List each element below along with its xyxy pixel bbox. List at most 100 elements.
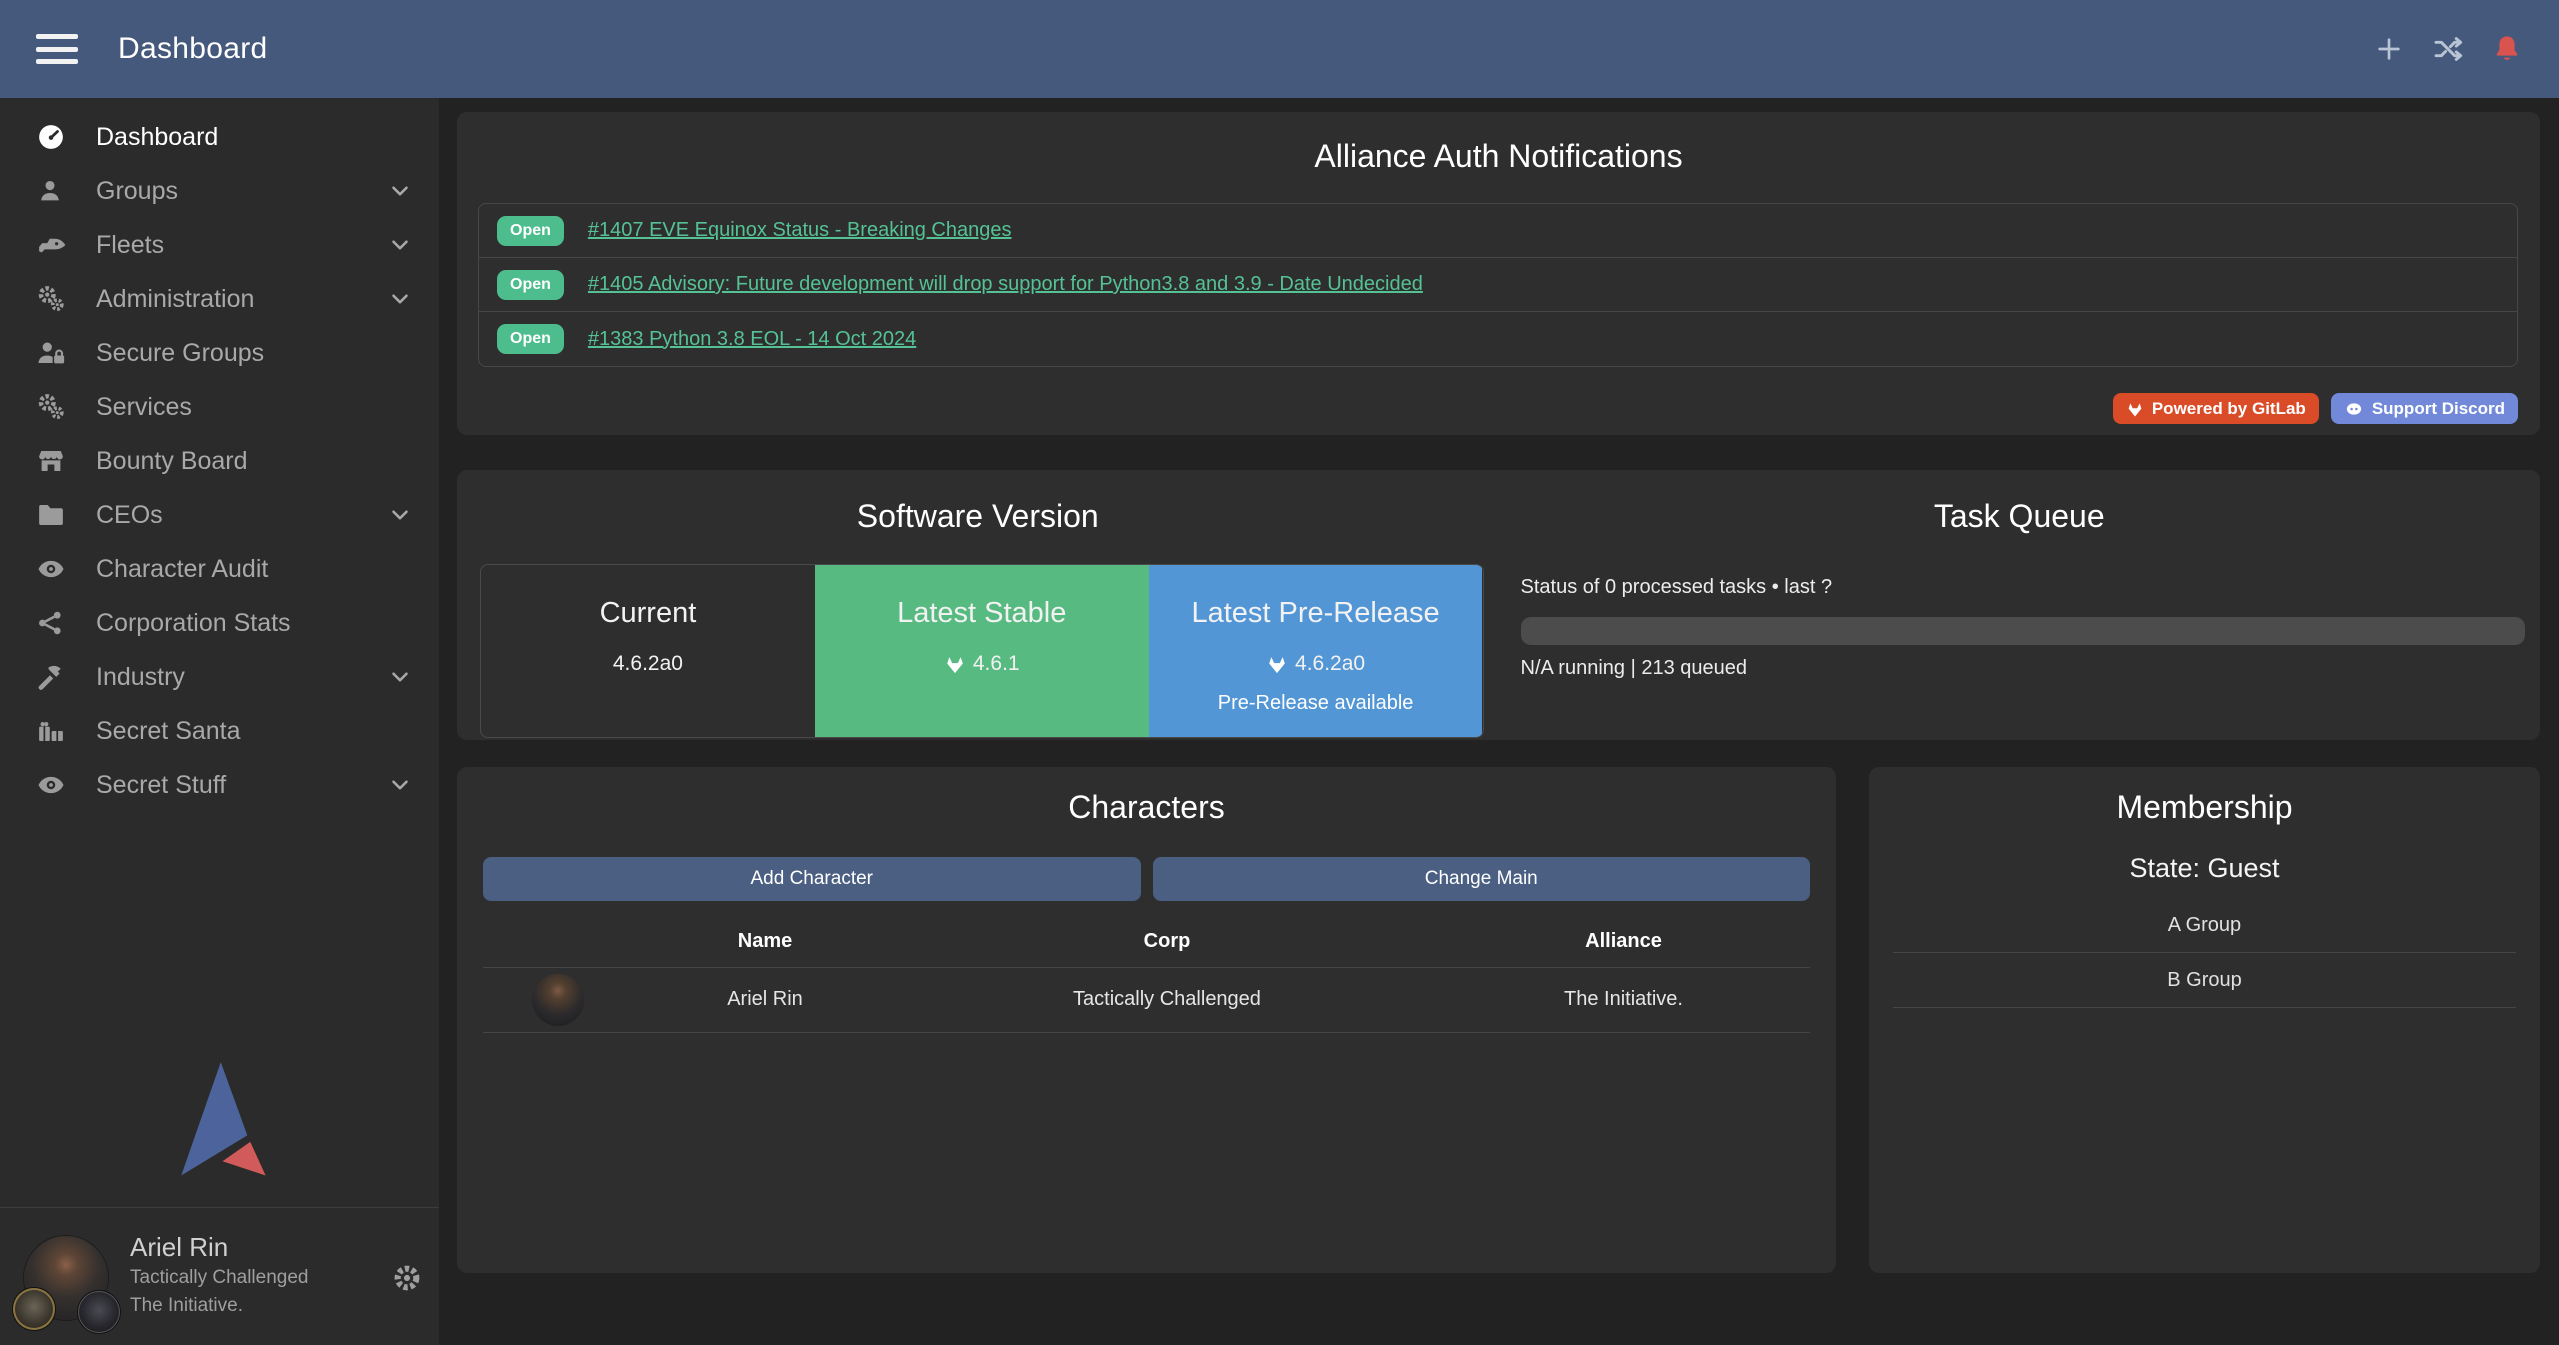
user-alliance: The Initiative.	[130, 1292, 380, 1320]
footer-badges: Powered by GitLab Support Discord	[457, 393, 2518, 424]
task-queue-title: Task Queue	[1499, 496, 2541, 536]
sidebar-item-label: Services	[96, 393, 413, 422]
characters-table-header: Name Corp Alliance	[483, 917, 1810, 967]
powered-by-gitlab-badge[interactable]: Powered by GitLab	[2113, 393, 2319, 424]
portrait-column-header	[483, 917, 633, 967]
user-corp: Tactically Challenged	[130, 1264, 380, 1292]
software-taskqueue-panel: Software Version Current 4.6.2a0 Latest …	[457, 470, 2540, 740]
sidebar-item-services[interactable]: Services	[0, 380, 439, 434]
membership-state: State: Guest	[1893, 853, 2516, 884]
folder-icon	[36, 500, 72, 530]
sidebar-item-groups[interactable]: Groups	[0, 164, 439, 218]
sidebar-item-label: Secret Stuff	[96, 771, 387, 800]
add-icon[interactable]	[2373, 33, 2405, 65]
chevron-down-icon	[387, 502, 413, 528]
task-queue-section: Task Queue Status of 0 processed tasks •…	[1499, 496, 2541, 740]
user-panel: Ariel Rin Tactically Challenged The Init…	[0, 1207, 439, 1345]
status-badge: Open	[497, 324, 564, 354]
membership-groups-list: A Group B Group	[1893, 898, 2516, 1008]
notification-row: Open #1405 Advisory: Future development …	[479, 258, 2517, 312]
status-badge: Open	[497, 216, 564, 246]
gitlab-icon	[944, 653, 966, 675]
sidebar-item-label: Secure Groups	[96, 339, 413, 368]
support-discord-badge[interactable]: Support Discord	[2331, 393, 2518, 424]
sidebar-item-label: CEOs	[96, 501, 387, 530]
sidebar-item-ceos[interactable]: CEOs	[0, 488, 439, 542]
main-content: Alliance Auth Notifications Open #1407 E…	[439, 98, 2559, 1345]
add-character-button[interactable]: Add Character	[483, 857, 1141, 901]
sidebar: Dashboard Groups Fleets Ad	[0, 98, 439, 1345]
user-name: Ariel Rin	[130, 1230, 380, 1264]
sidebar-item-label: Groups	[96, 177, 387, 206]
sidebar-nav: Dashboard Groups Fleets Ad	[0, 98, 439, 812]
software-version-section: Software Version Current 4.6.2a0 Latest …	[457, 496, 1499, 740]
notification-link[interactable]: #1405 Advisory: Future development will …	[588, 273, 1423, 296]
hammer-icon	[36, 662, 72, 692]
sidebar-item-label: Character Audit	[96, 555, 413, 584]
gitlab-icon	[1266, 653, 1288, 675]
software-version-title: Software Version	[457, 496, 1499, 536]
top-navbar: Dashboard	[0, 0, 2559, 98]
navbar-actions	[2373, 33, 2523, 65]
gifts-icon	[36, 716, 72, 746]
notification-row: Open #1407 EVE Equinox Status - Breaking…	[479, 204, 2517, 258]
shuttle-icon	[36, 230, 72, 260]
sidebar-item-label: Industry	[96, 663, 387, 692]
character-alliance: The Initiative.	[1437, 967, 1810, 1032]
table-row: Ariel Rin Tactically Challenged The Init…	[483, 967, 1810, 1032]
sidebar-item-label: Dashboard	[96, 123, 413, 152]
user-lock-icon	[36, 338, 72, 368]
characters-panel: Characters Add Character Change Main Nam…	[457, 767, 1836, 1273]
version-latest-stable-cell: Latest Stable 4.6.1	[815, 565, 1149, 737]
user-info: Ariel Rin Tactically Challenged The Init…	[130, 1230, 380, 1320]
notification-link[interactable]: #1383 Python 3.8 EOL - 14 Oct 2024	[588, 328, 916, 351]
notification-row: Open #1383 Python 3.8 EOL - 14 Oct 2024	[479, 312, 2517, 366]
sidebar-item-label: Secret Santa	[96, 717, 413, 746]
sidebar-item-administration[interactable]: Administration	[0, 272, 439, 326]
user-avatar	[24, 1236, 108, 1320]
sidebar-item-label: Corporation Stats	[96, 609, 413, 638]
sidebar-item-dashboard[interactable]: Dashboard	[0, 110, 439, 164]
sidebar-item-secret-santa[interactable]: Secret Santa	[0, 704, 439, 758]
chevron-down-icon	[387, 772, 413, 798]
sidebar-item-label: Bounty Board	[96, 447, 413, 476]
list-item: A Group	[1893, 898, 2516, 953]
character-name: Ariel Rin	[633, 967, 897, 1032]
sidebar-item-corporation-stats[interactable]: Corporation Stats	[0, 596, 439, 650]
sidebar-item-secret-stuff[interactable]: Secret Stuff	[0, 758, 439, 812]
gears-icon	[36, 284, 72, 314]
notification-link[interactable]: #1407 EVE Equinox Status - Breaking Chan…	[588, 219, 1012, 242]
notifications-panel: Alliance Auth Notifications Open #1407 E…	[457, 112, 2540, 435]
list-item: B Group	[1893, 953, 2516, 1008]
user-corp-logo	[13, 1288, 55, 1330]
status-badge: Open	[497, 270, 564, 300]
notifications-title: Alliance Auth Notifications	[457, 136, 2540, 176]
shop-icon	[36, 446, 72, 476]
sidebar-item-label: Fleets	[96, 231, 387, 260]
user-settings-gear-icon[interactable]	[391, 1262, 423, 1294]
gitlab-icon	[2126, 400, 2144, 418]
task-queue-status: Status of 0 processed tasks • last ?	[1521, 576, 2526, 599]
corp-column-header: Corp	[897, 917, 1437, 967]
menu-icon[interactable]	[36, 34, 78, 64]
discord-icon	[2344, 400, 2364, 418]
gears-icon	[36, 392, 72, 422]
chevron-down-icon	[387, 286, 413, 312]
character-corp: Tactically Challenged	[897, 967, 1437, 1032]
sidebar-item-fleets[interactable]: Fleets	[0, 218, 439, 272]
user-icon	[36, 176, 72, 206]
sidebar-item-secure-groups[interactable]: Secure Groups	[0, 326, 439, 380]
page-title: Dashboard	[118, 32, 267, 66]
chevron-down-icon	[387, 664, 413, 690]
sidebar-item-industry[interactable]: Industry	[0, 650, 439, 704]
sidebar-item-character-audit[interactable]: Character Audit	[0, 542, 439, 596]
notifications-list: Open #1407 EVE Equinox Status - Breaking…	[478, 203, 2518, 367]
version-current-cell: Current 4.6.2a0	[481, 565, 815, 737]
chevron-down-icon	[387, 232, 413, 258]
pre-release-note: Pre-Release available	[1149, 692, 1483, 715]
notifications-bell-icon[interactable]	[2491, 33, 2523, 65]
shuffle-icon[interactable]	[2431, 33, 2465, 65]
task-queue-progress-bar	[1521, 617, 2526, 645]
change-main-button[interactable]: Change Main	[1153, 857, 1811, 901]
sidebar-item-bounty-board[interactable]: Bounty Board	[0, 434, 439, 488]
